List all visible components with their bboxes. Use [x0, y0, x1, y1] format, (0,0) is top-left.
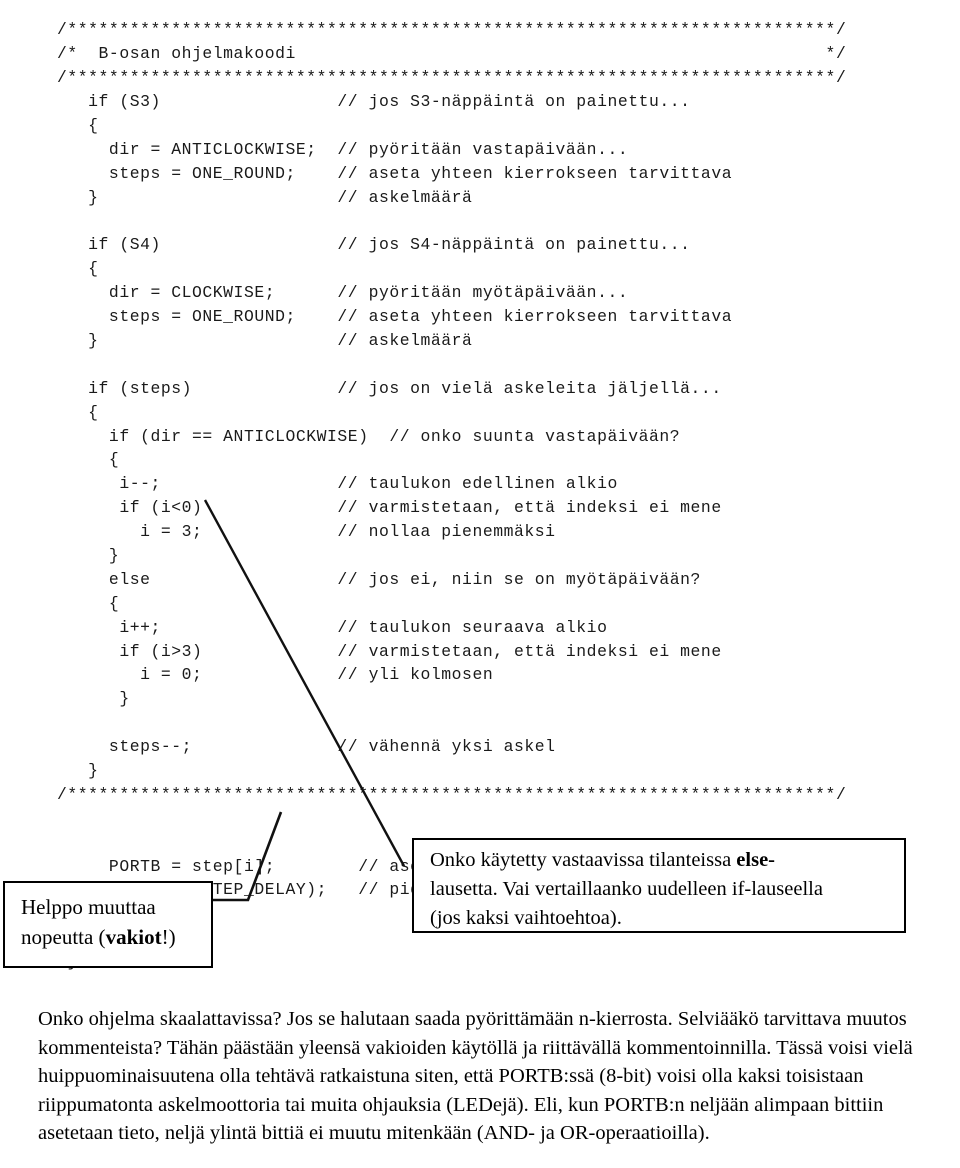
- code-line: } // askelmäärä: [57, 330, 473, 350]
- code-line: steps = ONE_ROUND; // aseta yhteen kierr…: [57, 307, 733, 327]
- callout-else-line1: Onko käytetty vastaavissa tilanteissa el…: [430, 846, 904, 875]
- callout-box-else: Onko käytetty vastaavissa tilanteissa el…: [412, 838, 906, 933]
- code-line: /***************************************…: [57, 20, 847, 40]
- code-line: }: [57, 689, 130, 709]
- slide-page: /***************************************…: [0, 0, 960, 1168]
- callout-vakiot-line2-suffix: !): [161, 925, 176, 949]
- code-line: i = 3; // nollaa pienemmäksi: [57, 522, 556, 542]
- code-line: steps = ONE_ROUND; // aseta yhteen kierr…: [57, 163, 733, 183]
- code-line: i = 0; // yli kolmosen: [57, 665, 494, 685]
- code-line: dir = CLOCKWISE; // pyöritään myötäpäivä…: [57, 283, 629, 303]
- callout-else-line2: lausetta. Vai vertaillaanko uudelleen if…: [430, 878, 823, 900]
- code-line: if (dir == ANTICLOCKWISE) // onko suunta…: [57, 426, 681, 446]
- code-line: if (i<0) // varmistetaan, että indeksi e…: [57, 498, 722, 518]
- code-line: steps--; // vähennä yksi askel: [57, 737, 556, 757]
- code-line: /***************************************…: [57, 68, 847, 88]
- callout-else-line1-bold: else-: [736, 849, 775, 871]
- code-line: /* B-osan ohjelmakoodi */: [57, 44, 847, 64]
- callout-box-vakiot: Helppo muuttaa nopeutta (vakiot!): [3, 881, 213, 968]
- code-line: i--; // taulukon edellinen alkio: [57, 474, 618, 494]
- callout-else-line3: (jos kaksi vaihtoehtoa).: [430, 907, 622, 929]
- source-code-listing: /***************************************…: [57, 18, 937, 974]
- code-line: if (S4) // jos S4-näppäintä on painettu.…: [57, 235, 691, 255]
- code-line: {: [57, 593, 120, 613]
- discussion-paragraph: Onko ohjelma skaalattavissa? Jos se halu…: [38, 1008, 913, 1144]
- code-line: else // jos ei, niin se on myötäpäivään?: [57, 569, 701, 589]
- callout-vakiot-line2-bold: vakiot: [105, 925, 162, 949]
- callout-else-line1-prefix: Onko käytetty vastaavissa tilanteissa: [430, 849, 737, 871]
- code-line: if (steps) // jos on vielä askeleita jäl…: [57, 378, 722, 398]
- code-line: dir = ANTICLOCKWISE; // pyöritään vastap…: [57, 139, 629, 159]
- code-line: if (i>3) // varmistetaan, että indeksi e…: [57, 641, 722, 661]
- code-line: }: [57, 761, 99, 780]
- code-line: } // askelmäärä: [57, 187, 473, 207]
- callout-vakiot-line2: nopeutta (vakiot!): [21, 922, 211, 952]
- code-line: {: [57, 450, 120, 470]
- code-line: }: [57, 545, 120, 565]
- code-line: {: [57, 402, 99, 422]
- callout-vakiot-line1: Helppo muuttaa: [21, 895, 156, 919]
- code-line: /***************************************…: [57, 784, 847, 804]
- code-line: if (S3) // jos S3-näppäintä on painettu.…: [57, 92, 691, 112]
- code-line: i++; // taulukon seuraava alkio: [57, 617, 608, 637]
- callout-vakiot-line2-prefix: nopeutta (: [21, 925, 106, 949]
- code-line: {: [57, 259, 99, 279]
- code-line: {: [57, 115, 99, 135]
